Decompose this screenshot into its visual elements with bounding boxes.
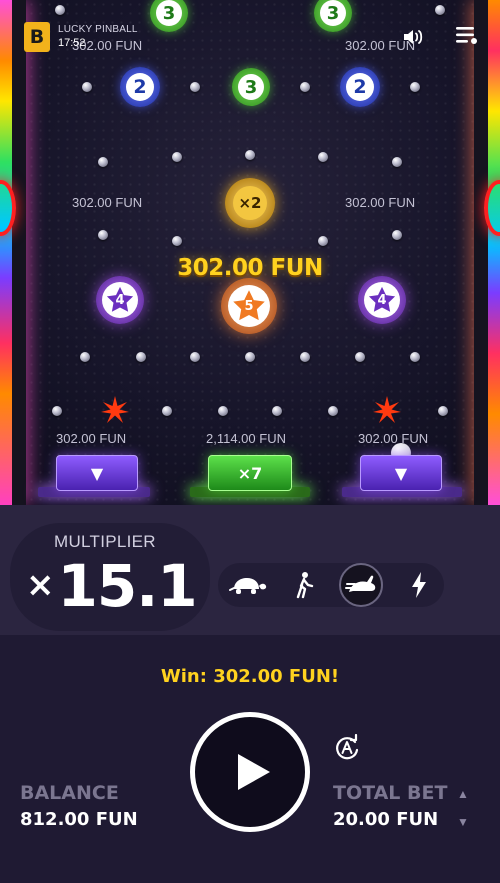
x2-multiplier-token: ×2 bbox=[225, 178, 275, 228]
token-number: 2 bbox=[346, 73, 374, 101]
token-number: 3 bbox=[320, 0, 346, 26]
bucket-center: ×7 bbox=[208, 455, 292, 491]
purple-star-4-token: 4 bbox=[96, 276, 144, 324]
autoplay-icon[interactable] bbox=[333, 734, 361, 762]
peg bbox=[98, 157, 108, 167]
clock: 17:52 bbox=[58, 37, 86, 49]
peg bbox=[98, 230, 108, 240]
peg bbox=[300, 82, 310, 92]
peg bbox=[328, 406, 338, 416]
peg bbox=[435, 5, 445, 15]
blue-2-token: 2 bbox=[340, 67, 380, 107]
peg bbox=[272, 406, 282, 416]
orange-star-5-token: 5 bbox=[221, 278, 277, 334]
peg bbox=[190, 352, 200, 362]
peg bbox=[245, 150, 255, 160]
menu-icon[interactable] bbox=[454, 24, 478, 46]
peg bbox=[318, 236, 328, 246]
multiplier-number: 15.1 bbox=[57, 552, 198, 620]
bucket-left: ▼ bbox=[56, 455, 138, 491]
speed-lightning[interactable] bbox=[397, 563, 441, 607]
win-message: Win: 302.00 FUN! bbox=[160, 666, 340, 687]
peg bbox=[438, 406, 448, 416]
right-neon-wall bbox=[474, 0, 500, 505]
total-bet-label: TOTAL BET bbox=[333, 782, 448, 804]
game-title: LUCKY PINBALL bbox=[58, 24, 138, 35]
peg bbox=[52, 406, 62, 416]
brand-logo: B bbox=[24, 22, 50, 52]
walk-icon bbox=[296, 572, 314, 599]
peg bbox=[355, 352, 365, 362]
speed-rabbit[interactable] bbox=[339, 563, 383, 607]
peg bbox=[162, 406, 172, 416]
balance-value: 812.00 FUN bbox=[20, 809, 138, 830]
prize-label: 302.00 FUN bbox=[345, 195, 416, 210]
purple-star-4-token: 4 bbox=[358, 276, 406, 324]
left-neon-wall bbox=[0, 0, 26, 505]
total-bet-value: 20.00 FUN bbox=[333, 809, 439, 830]
prize-label: 302.00 FUN bbox=[72, 195, 143, 210]
balance-label: BALANCE bbox=[20, 782, 119, 804]
blue-2-token: 2 bbox=[120, 67, 160, 107]
token-number: 5 bbox=[244, 298, 254, 314]
peg bbox=[410, 82, 420, 92]
green-3-token: 3 bbox=[314, 0, 352, 32]
rabbit-icon bbox=[345, 575, 376, 592]
peg bbox=[218, 406, 228, 416]
floating-win-amount: 302.00 FUN bbox=[177, 255, 323, 281]
multiplier-value: ×15.1 bbox=[26, 552, 198, 620]
peg bbox=[318, 152, 328, 162]
turtle-icon bbox=[229, 578, 267, 594]
bet-increase-button[interactable]: ▲ bbox=[455, 786, 471, 802]
peg bbox=[392, 230, 402, 240]
game-board: 3 3 3 2 2 ×2 4 5 4 302.00 FUN 302.00 FUN… bbox=[0, 0, 500, 505]
token-multiplier: ×2 bbox=[233, 186, 267, 220]
token-number: 4 bbox=[377, 292, 387, 308]
prize-label: 302.00 FUN bbox=[56, 431, 127, 446]
peg bbox=[80, 352, 90, 362]
prize-label: 302.00 FUN bbox=[358, 431, 429, 446]
play-button[interactable] bbox=[190, 712, 310, 832]
peg bbox=[245, 352, 255, 362]
peg bbox=[55, 5, 65, 15]
peg bbox=[190, 82, 200, 92]
spark-burst-icon bbox=[373, 396, 401, 423]
spark-burst-icon bbox=[101, 396, 129, 423]
peg bbox=[410, 352, 420, 362]
bucket-right: ▼ bbox=[360, 455, 442, 491]
speed-turtle[interactable] bbox=[226, 563, 270, 607]
green-3-token: 3 bbox=[232, 68, 270, 106]
token-number: 2 bbox=[126, 73, 154, 101]
prize-label: 2,114.00 FUN bbox=[206, 431, 286, 446]
green-3-token: 3 bbox=[150, 0, 188, 32]
speed-walk[interactable] bbox=[282, 563, 326, 607]
peg bbox=[300, 352, 310, 362]
peg bbox=[392, 157, 402, 167]
peg bbox=[172, 152, 182, 162]
peg bbox=[136, 352, 146, 362]
lightning-icon bbox=[412, 572, 426, 598]
peg bbox=[82, 82, 92, 92]
bet-decrease-button[interactable]: ▼ bbox=[455, 814, 471, 830]
multiplier-prefix: × bbox=[26, 565, 54, 605]
token-number: 3 bbox=[238, 74, 264, 100]
token-number: 3 bbox=[156, 0, 182, 26]
token-number: 4 bbox=[115, 292, 125, 308]
multiplier-label: MULTIPLIER bbox=[54, 532, 156, 551]
peg bbox=[172, 236, 182, 246]
speaker-icon[interactable] bbox=[402, 27, 426, 47]
play-icon bbox=[238, 754, 270, 790]
